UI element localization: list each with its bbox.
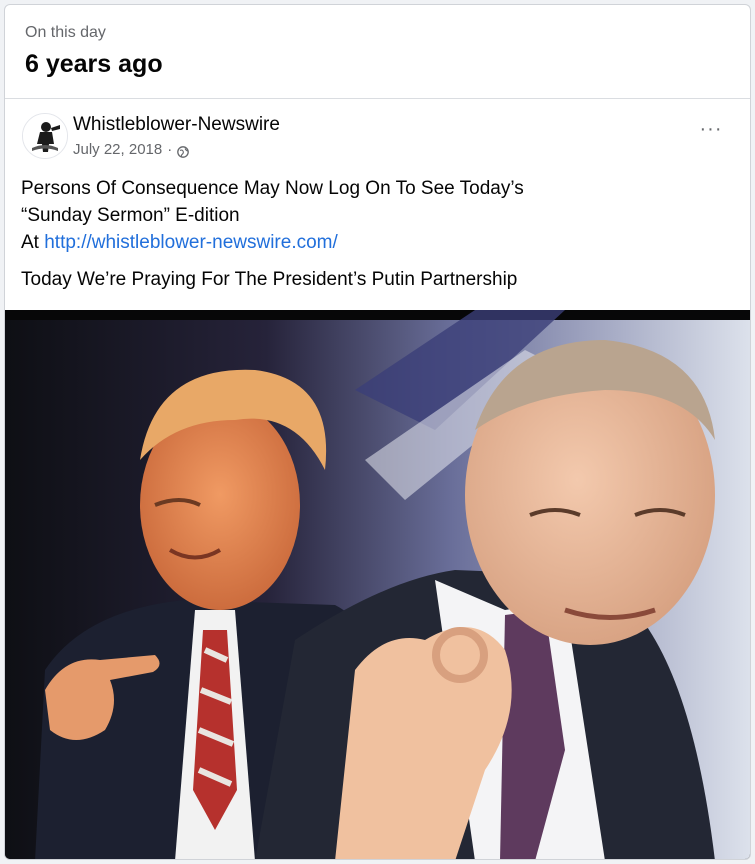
more-options-button[interactable]: ··· [696,117,726,141]
post-meta: July 22, 2018 · [73,140,190,160]
meta-separator: · [167,141,173,158]
post-date[interactable]: July 22, 2018 [73,140,162,160]
post-photo[interactable] [5,310,750,859]
whistleblower-logo-icon [23,114,67,158]
post-line-2: “Sunday Sermon” E-dition [21,205,240,226]
memory-kicker: On this day [25,24,106,41]
memory-title: 6 years ago [25,50,163,78]
post-text: Persons Of Consequence May Now Log On To… [5,175,750,293]
post-photo-illustration [5,310,750,859]
post-line-4: Today We’re Praying For The President’s … [21,269,518,290]
post-header: Whistleblower-Newswire July 22, 2018 · ·… [5,99,750,175]
globe-icon [177,144,190,158]
post-author[interactable]: Whistleblower-Newswire [73,113,280,137]
post-line-1: Persons Of Consequence May Now Log On To… [21,178,524,199]
memory-header: On this day 6 years ago [5,5,750,99]
memory-card: On this day 6 years ago Whistleblower-Ne… [4,4,751,860]
post-line-3: At http://whistleblower-newswire.com/ [21,229,732,256]
website-link[interactable]: http://whistleblower-newswire.com/ [44,232,338,253]
more-options-icon: ··· [699,117,723,140]
link-prefix: At [21,232,45,253]
author-avatar[interactable] [22,113,68,159]
